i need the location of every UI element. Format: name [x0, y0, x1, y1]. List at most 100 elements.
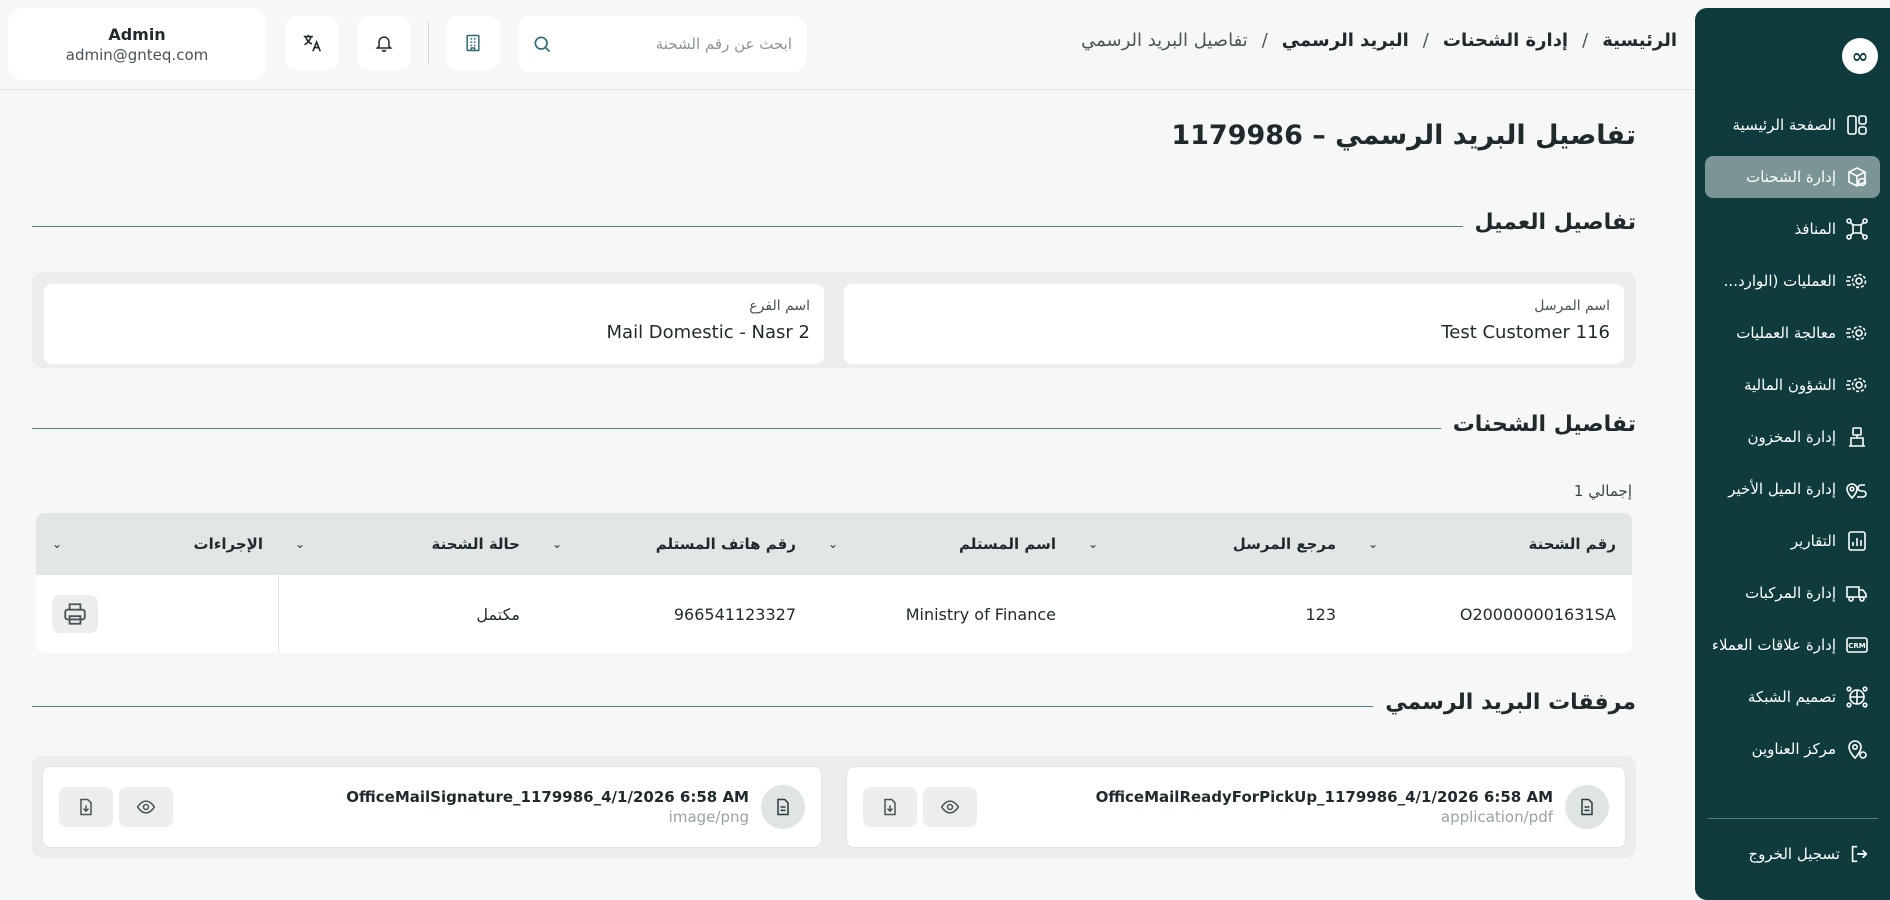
- sidebar-item-label: مركز العناوين: [1751, 740, 1836, 758]
- branch-label: اسم الفرع: [749, 298, 810, 314]
- search-icon[interactable]: [532, 34, 552, 54]
- sidebar-item-operations-inbound[interactable]: العمليات (الوارد...: [1705, 260, 1880, 302]
- header-divider: [428, 22, 429, 64]
- client-details: اسم المرسل Test Customer 116 اسم الفرع M…: [32, 272, 1636, 368]
- column-label: رقم الشحنة: [1528, 535, 1616, 553]
- logout-label: تسجيل الخروج: [1748, 845, 1840, 863]
- top-header: الرئيسية / إدارة الشحنات / البريد الرسمي…: [0, 0, 1695, 90]
- attachment-meta: OfficeMailReadyForPickUp_1179986_4/1/202…: [983, 788, 1553, 826]
- search-box: [518, 16, 806, 72]
- attachment-name: OfficeMailSignature_1179986_4/1/2026 6:5…: [346, 788, 749, 806]
- attachment-name: OfficeMailReadyForPickUp_1179986_4/1/202…: [1095, 788, 1553, 806]
- user-profile[interactable]: Admin admin@gnteq.com: [8, 8, 266, 80]
- column-header-recipient-phone[interactable]: رقم هاتف المستلم ⌄: [536, 513, 812, 575]
- download-attachment-button[interactable]: [863, 787, 917, 827]
- truck-icon: [1844, 580, 1870, 606]
- sidebar-item-network-design[interactable]: تصميم الشبكة: [1705, 676, 1880, 718]
- download-attachment-button[interactable]: [59, 787, 113, 827]
- sidebar-item-ports[interactable]: المنافذ: [1705, 208, 1880, 250]
- breadcrumb-shipments[interactable]: إدارة الشحنات: [1443, 30, 1568, 51]
- sidebar-item-operations-processing[interactable]: معالجة العمليات: [1705, 312, 1880, 354]
- sidebar-divider: [1708, 818, 1878, 819]
- search-input[interactable]: [562, 35, 792, 53]
- sidebar-item-shipments[interactable]: إدارة الشحنات: [1705, 156, 1880, 198]
- print-button[interactable]: [52, 595, 98, 633]
- dashboard-icon: [1844, 112, 1870, 138]
- cell-recipient-name: Ministry of Finance: [905, 604, 1056, 624]
- section-divider: [32, 428, 1636, 429]
- sidebar-item-label: الصفحة الرئيسية: [1732, 116, 1837, 134]
- sidebar-item-label: إدارة المخزون: [1747, 428, 1836, 446]
- location-icon: [1844, 736, 1870, 762]
- shipments-table: رقم الشحنة ⌄ مرجع المرسل ⌄ اسم المستلم ⌄ رق…: [36, 513, 1632, 653]
- crm-icon: CRM: [1844, 632, 1870, 658]
- sidebar-item-address-center[interactable]: مركز العناوين: [1705, 728, 1880, 770]
- file-icon: [761, 785, 805, 829]
- sidebar-item-inventory[interactable]: إدارة المخزون: [1705, 416, 1880, 458]
- sidebar-item-label: التقارير: [1790, 532, 1836, 550]
- download-icon: [880, 797, 900, 817]
- report-icon: [1844, 528, 1870, 554]
- company-button[interactable]: [446, 16, 500, 70]
- sidebar-item-label: إدارة الشحنات: [1746, 168, 1836, 186]
- cell-actions: [36, 575, 279, 653]
- logout-icon: [1848, 843, 1870, 865]
- column-header-sender-ref[interactable]: مرجع المرسل ⌄: [1072, 513, 1352, 575]
- attachment-type: image/png: [668, 808, 749, 826]
- column-label: حالة الشحنة: [431, 535, 520, 553]
- chevron-down-icon: ⌄: [1368, 537, 1379, 551]
- attachment-item: OfficeMailSignature_1179986_4/1/2026 6:5…: [42, 766, 822, 848]
- user-email: admin@gnteq.com: [65, 45, 209, 64]
- column-header-actions[interactable]: الإجراءات ⌄: [36, 513, 279, 575]
- sidebar-item-label: تصميم الشبكة: [1747, 688, 1836, 706]
- sidebar-item-last-mile[interactable]: إدارة الميل الأخير: [1705, 468, 1880, 510]
- sender-label: اسم المرسل: [1534, 298, 1610, 314]
- view-attachment-button[interactable]: [923, 787, 977, 827]
- logout-button[interactable]: تسجيل الخروج: [1748, 843, 1870, 865]
- total-count: إجمالي 1: [1573, 482, 1632, 500]
- column-header-recipient-name[interactable]: اسم المستلم ⌄: [812, 513, 1072, 575]
- column-header-status[interactable]: حالة الشحنة ⌄: [279, 513, 536, 575]
- cell-recipient-phone: 966541123327: [673, 604, 796, 624]
- breadcrumb-current: تفاصيل البريد الرسمي: [1081, 30, 1248, 51]
- page-title: تفاصيل البريد الرسمي – 1179986: [1171, 120, 1636, 151]
- sender-card: اسم المرسل Test Customer 116: [844, 284, 1624, 364]
- table-header: رقم الشحنة ⌄ مرجع المرسل ⌄ اسم المستلم ⌄ رق…: [36, 513, 1632, 575]
- sender-value: Test Customer 116: [1441, 322, 1610, 343]
- translate-icon: [301, 32, 323, 54]
- column-label: الإجراءات: [193, 535, 263, 553]
- breadcrumb-home[interactable]: الرئيسية: [1602, 30, 1677, 51]
- svg-text:CRM: CRM: [1848, 642, 1866, 650]
- table-row[interactable]: O200000001631SA 123 Ministry of Finance …: [36, 575, 1632, 653]
- sidebar-item-dashboard[interactable]: الصفحة الرئيسية: [1705, 104, 1880, 146]
- printer-icon: [62, 601, 88, 627]
- branch-value: Mail Domestic - Nasr 2: [606, 322, 810, 343]
- chevron-down-icon: ⌄: [295, 537, 306, 551]
- chevron-down-icon: ⌄: [552, 537, 563, 551]
- route-icon: [1844, 476, 1870, 502]
- sidebar-item-finance[interactable]: الشؤون المالية: [1705, 364, 1880, 406]
- sidebar-item-reports[interactable]: التقارير: [1705, 520, 1880, 562]
- sidebar-item-label: العمليات (الوارد...: [1723, 272, 1836, 290]
- breadcrumb-official-mail[interactable]: البريد الرسمي: [1282, 30, 1409, 51]
- chevron-down-icon: ⌄: [828, 537, 839, 551]
- sidebar: ∞ الصفحة الرئيسية إدارة الشحنات المنافذ …: [1695, 8, 1890, 900]
- network-icon: [1844, 216, 1870, 242]
- language-button[interactable]: [285, 16, 339, 70]
- breadcrumb: الرئيسية / إدارة الشحنات / البريد الرسمي…: [1081, 30, 1677, 51]
- column-label: رقم هاتف المستلم: [655, 535, 796, 553]
- attachment-meta: OfficeMailSignature_1179986_4/1/2026 6:5…: [179, 788, 749, 826]
- column-label: مرجع المرسل: [1232, 535, 1336, 553]
- sidebar-item-crm[interactable]: CRM إدارة علاقات العملاء: [1705, 624, 1880, 666]
- view-attachment-button[interactable]: [119, 787, 173, 827]
- column-header-shipment-number[interactable]: رقم الشحنة ⌄: [1352, 513, 1632, 575]
- section-divider: [32, 226, 1636, 227]
- app-logo[interactable]: ∞: [1842, 38, 1878, 74]
- sidebar-item-vehicles[interactable]: إدارة المركبات: [1705, 572, 1880, 614]
- branch-card: اسم الفرع Mail Domestic - Nasr 2: [44, 284, 824, 364]
- column-label: اسم المستلم: [959, 535, 1056, 553]
- attachments-list: OfficeMailReadyForPickUp_1179986_4/1/202…: [32, 756, 1636, 858]
- notifications-button[interactable]: [357, 16, 411, 70]
- network-design-icon: [1844, 684, 1870, 710]
- attachment-item: OfficeMailReadyForPickUp_1179986_4/1/202…: [846, 766, 1626, 848]
